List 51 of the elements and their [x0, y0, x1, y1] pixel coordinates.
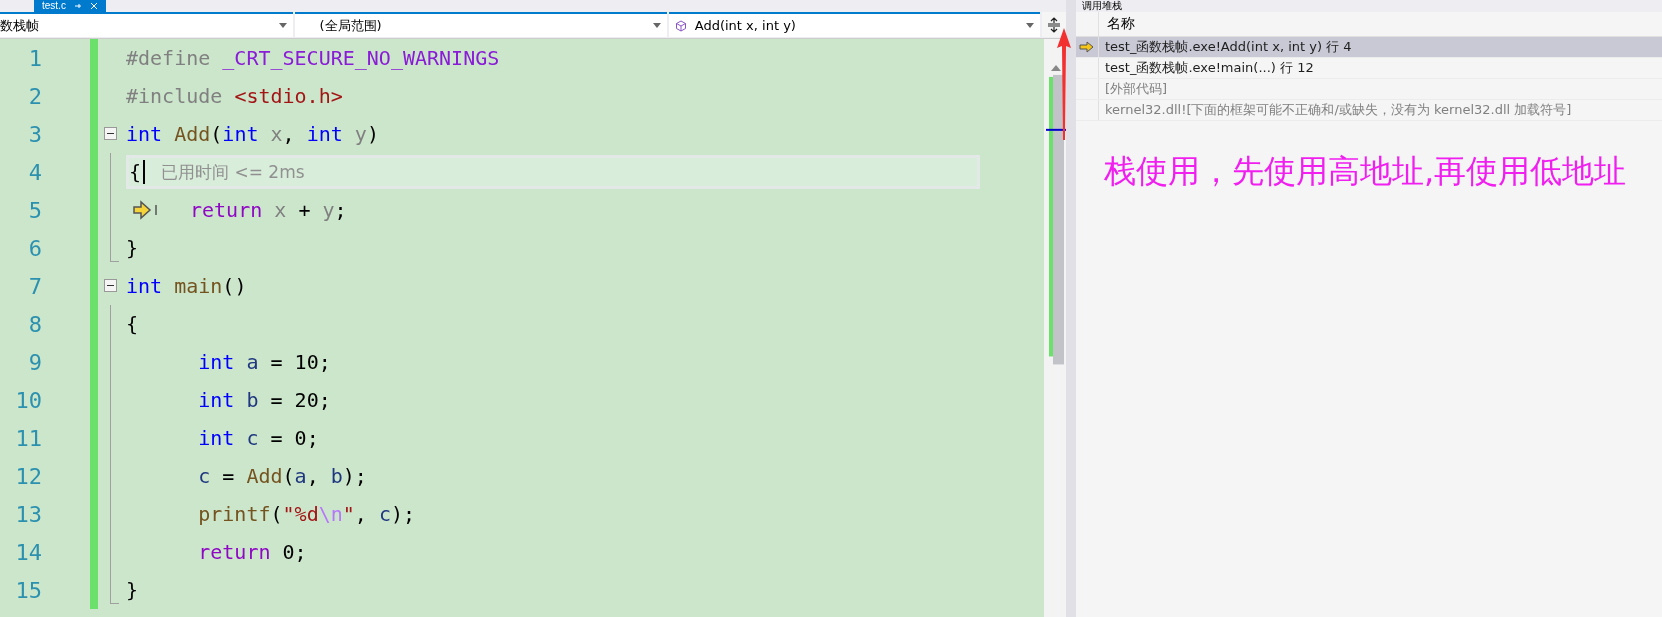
scope-dropdown[interactable]: (全局范围) [295, 12, 667, 37]
code-line: int b = 20; [197, 388, 331, 412]
line-number: 14 [14, 539, 43, 565]
project-dropdown[interactable]: 数栈帧 [0, 12, 294, 37]
elapsed-time-hint: 已用时间 <= 2ms [161, 160, 305, 184]
code-line: int a = 10; [197, 350, 331, 374]
code-line: return 0; [197, 540, 307, 564]
code-line: #include <stdio.h> [126, 84, 343, 108]
current-frame-arrow-icon [1079, 41, 1095, 53]
code-line: { [126, 312, 139, 336]
line-number: 10 [14, 387, 43, 413]
dropdown-caret-icon [1026, 23, 1035, 28]
line-number: 9 [27, 349, 43, 375]
stack-frame[interactable]: [外部代码] [1099, 79, 1168, 99]
line-number: 3 [27, 121, 43, 147]
line-number: 12 [14, 463, 43, 489]
code-line: int Add(int x, int y) [126, 122, 379, 146]
line-number: 11 [14, 425, 43, 451]
line-number: 1 [27, 45, 43, 71]
code-line: printf("%d\n", c); [197, 502, 416, 526]
line-number: 6 [27, 235, 43, 261]
column-header: 名称 [1106, 14, 1135, 33]
document-tab[interactable]: test.c [34, 0, 106, 12]
code-line: int main() [126, 274, 247, 298]
collapse-icon[interactable] [104, 127, 117, 140]
annotation-text: 栈使用，先使用高地址,再使用低地址 [1104, 151, 1628, 192]
code-line: } [126, 578, 139, 602]
code-line: { [129, 160, 142, 184]
code-line: int c = 0; [197, 426, 319, 450]
line-number: 5 [27, 197, 43, 223]
line-number: 13 [14, 501, 43, 527]
collapse-icon[interactable] [104, 279, 117, 292]
close-icon[interactable] [89, 2, 98, 10]
line-number: 15 [14, 577, 43, 603]
line-number: 2 [27, 83, 43, 109]
panel-title: 调用堆栈 [1076, 0, 1662, 12]
cube-icon [674, 19, 687, 32]
code-line: c = Add(a, b); [197, 464, 367, 488]
stack-frame[interactable]: test_函数栈帧.exe!main(...) 行 12 [1099, 58, 1314, 78]
line-number: 8 [27, 311, 43, 337]
code-line: } [126, 236, 139, 260]
member-dropdown[interactable]: Add(int x, int y) [668, 12, 1041, 37]
line-number: 7 [27, 273, 43, 299]
code-line: return x + y; [190, 198, 347, 222]
line-number: 4 [27, 159, 43, 185]
split-icon [1047, 16, 1062, 33]
split-window-button[interactable] [1042, 12, 1066, 37]
dropdown-caret-icon [652, 23, 661, 28]
stack-frame[interactable]: kernel32.dll![下面的框架可能不正确和/或缺失，没有为 kernel32.dll 加载符号] [1099, 100, 1572, 120]
dropdown-caret-icon [279, 23, 288, 28]
code-line: #define _CRT_SECURE_NO_WARNINGS [126, 46, 500, 70]
